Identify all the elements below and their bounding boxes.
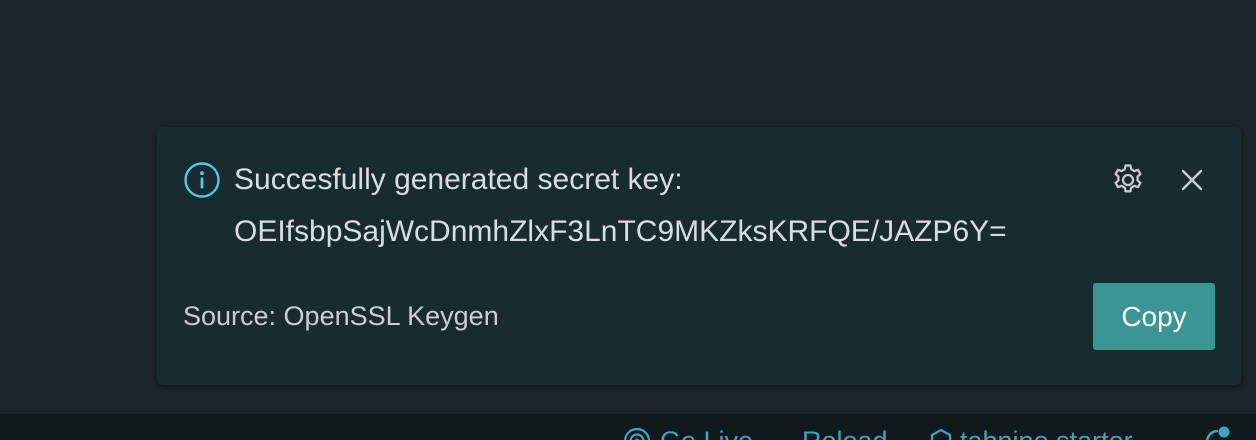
tabnine-icon [930,426,952,440]
info-icon [183,161,221,199]
go-live-label: Go Live [660,423,753,440]
bell-dot-icon [1202,423,1236,440]
tabnine-status[interactable]: tabnine starter [930,423,1133,440]
tabnine-label: tabnine starter [960,423,1133,440]
secret-key-value: OEIfsbpSajWcDnmhZlxF3LnTC9MKZksKRFQE/JAZ… [234,215,1007,248]
notification-source: Source: OpenSSL Keygen [183,301,499,331]
status-bar: Go Live Reload tabnine starter [0,414,1256,440]
gear-icon[interactable] [1109,161,1147,199]
notifications-bell[interactable] [1202,423,1236,440]
notification-message: Succesfully generated secret key: OEIfsb… [234,161,1134,251]
notification-toast: Succesfully generated secret key: OEIfsb… [157,127,1241,385]
reload-label: Reload [802,423,888,440]
broadcast-icon [622,426,652,440]
reload-button[interactable]: Reload [802,423,888,440]
go-live-button[interactable]: Go Live [622,423,753,440]
close-icon[interactable] [1175,163,1209,197]
copy-button[interactable]: Copy [1093,283,1215,350]
message-title: Succesfully generated secret key: [234,163,683,196]
